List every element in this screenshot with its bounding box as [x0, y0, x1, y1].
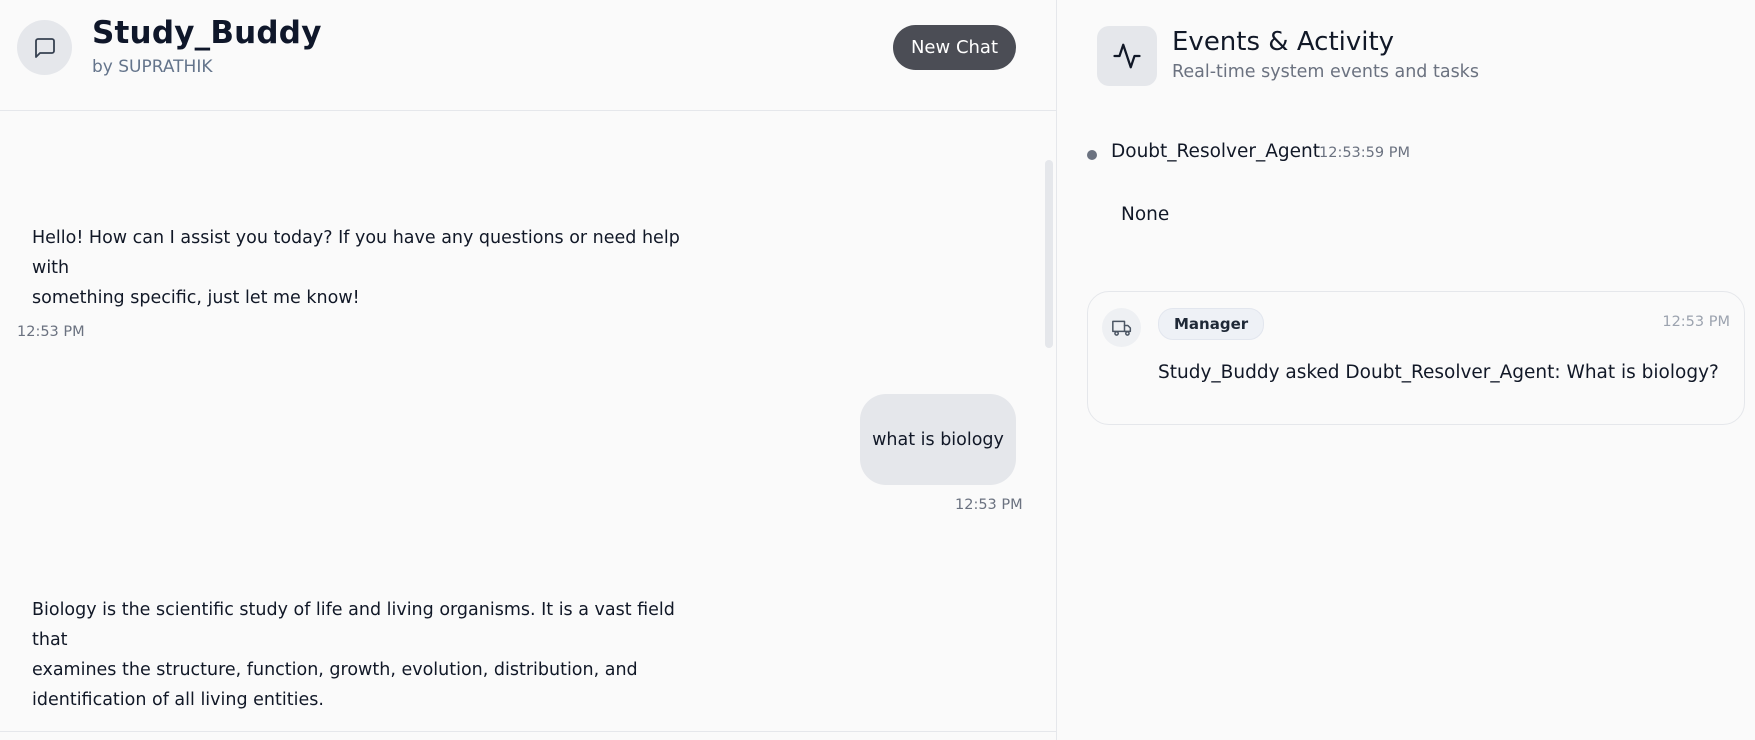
message-list[interactable]: Hello! How can I assist you today? If yo… — [0, 111, 1046, 731]
message-line: Hello! How can I assist you today? If yo… — [32, 228, 680, 278]
message-timestamp: 12:53 PM — [17, 324, 85, 340]
app-subtitle: by SUPRATHIK — [92, 57, 213, 77]
card-text: Study_Buddy asked Doubt_Resolver_Agent: … — [1158, 362, 1719, 383]
divider — [0, 731, 1056, 732]
chat-header: Study_Buddy by SUPRATHIK New Chat — [0, 0, 1056, 111]
message-line: identification of all living entities. — [32, 690, 324, 710]
scrollbar-thumb[interactable] — [1045, 160, 1053, 348]
activity-icon — [1113, 43, 1141, 69]
message-line: Biology is the scientific study of life … — [32, 600, 675, 650]
event-timestamp: 12:53:59 PM — [1319, 145, 1410, 161]
truck-icon — [1111, 320, 1131, 336]
events-title: Events & Activity — [1172, 27, 1395, 57]
chat-avatar — [17, 20, 72, 75]
message-square-icon — [34, 37, 55, 58]
event-body: None — [1121, 204, 1170, 225]
user-message: what is biology — [860, 394, 1016, 485]
message-line: something specific, just let me know! — [32, 288, 360, 308]
assistant-message: Hello! How can I assist you today? If yo… — [32, 223, 712, 313]
message-timestamp: 12:53 PM — [955, 497, 1023, 513]
assistant-message: Biology is the scientific study of life … — [32, 595, 712, 715]
events-subtitle: Real-time system events and tasks — [1172, 62, 1479, 82]
role-badge: Manager — [1158, 308, 1265, 340]
events-header-icon-box — [1097, 26, 1157, 86]
app-title: Study_Buddy — [92, 15, 322, 51]
card-timestamp: 12:53 PM — [1662, 314, 1730, 330]
status-dot-icon — [1087, 150, 1097, 160]
events-panel: Events & Activity Real-time system event… — [1057, 0, 1755, 740]
event-card[interactable]: Manager 12:53 PM Study_Buddy asked Doubt… — [1087, 291, 1745, 425]
card-icon-circle — [1102, 308, 1141, 347]
chat-panel: Study_Buddy by SUPRATHIK New Chat Hello!… — [0, 0, 1057, 740]
message-line: examines the structure, function, growth… — [32, 660, 638, 680]
new-chat-button[interactable]: New Chat — [893, 25, 1016, 70]
event-agent-name: Doubt_Resolver_Agent — [1111, 141, 1320, 162]
